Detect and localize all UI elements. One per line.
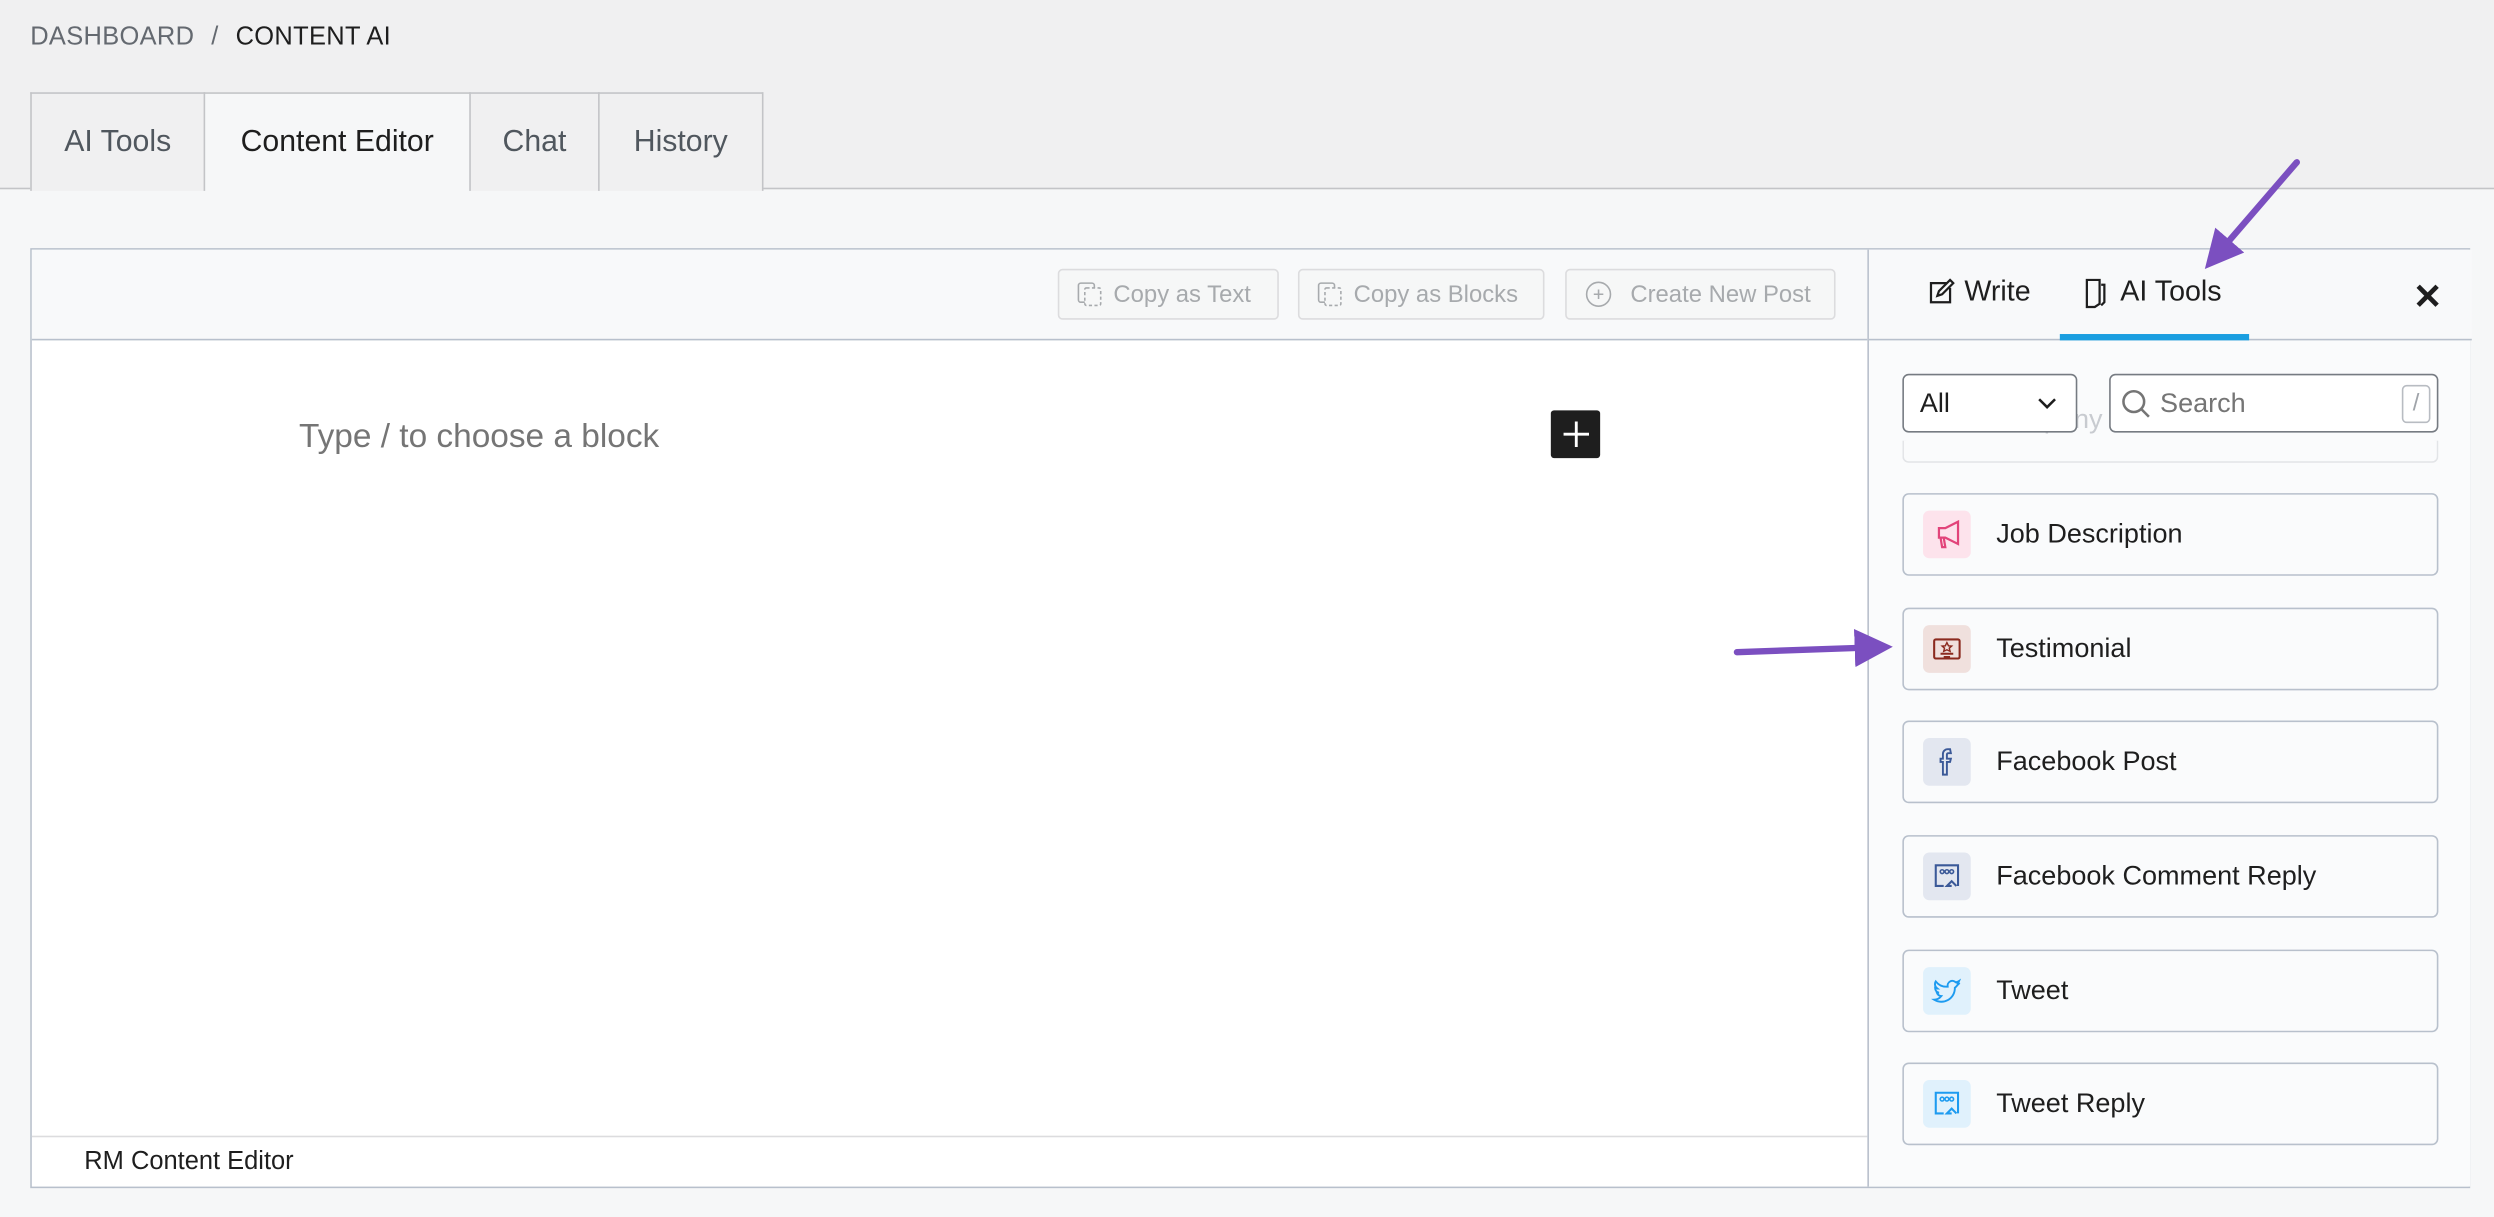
annotation-arrow — [1733, 628, 1893, 668]
tab-content-editor[interactable]: Content Editor — [203, 92, 471, 191]
annotation-arrow — [2204, 159, 2301, 269]
tab-label: Content Editor — [240, 124, 434, 159]
